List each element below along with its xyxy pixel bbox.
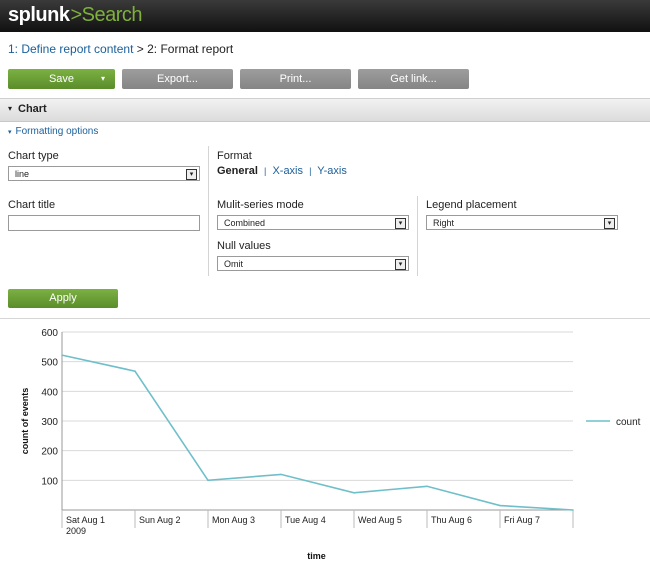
chevron-down-icon: ▾	[186, 169, 197, 180]
y-tick-label: 300	[41, 417, 58, 428]
x-tick-label: Sun Aug 2	[139, 515, 181, 525]
top-bar: splunk>Search	[0, 0, 650, 32]
expand-caret-icon: ▾	[8, 129, 12, 136]
legend-placement-select[interactable]: Right ▾	[426, 215, 618, 230]
breadcrumb-step1-link[interactable]: 1: Define report content	[8, 42, 133, 56]
section-title: Chart	[18, 103, 47, 115]
format-tabs: General | X-axis | Y-axis	[217, 165, 347, 177]
null-values-select[interactable]: Omit ▾	[217, 256, 409, 271]
column-divider	[208, 146, 209, 276]
data-point	[280, 473, 282, 476]
legend-placement-label: Legend placement	[426, 199, 517, 211]
legend-placement-value: Right	[433, 218, 455, 228]
data-point	[353, 491, 355, 494]
data-point	[61, 354, 63, 356]
tab-y-axis[interactable]: Y-axis	[317, 165, 347, 177]
save-button[interactable]: Save ▾	[8, 69, 115, 89]
y-tick-label: 100	[41, 476, 58, 487]
chart-section-header[interactable]: ▾ Chart	[0, 98, 650, 122]
format-label: Format	[217, 150, 252, 162]
get-link-button[interactable]: Get link...	[358, 69, 469, 89]
y-tick-label: 600	[41, 328, 58, 339]
breadcrumb-separator: >	[136, 42, 144, 56]
x-tick-label: Mon Aug 3	[212, 515, 255, 525]
save-dropdown-caret-icon[interactable]: ▾	[101, 69, 105, 89]
data-point	[134, 370, 136, 372]
null-values-label: Null values	[217, 240, 271, 252]
x-tick-label: 2009	[66, 526, 86, 536]
logo-arrow: >	[70, 4, 82, 26]
x-tick-label: Wed Aug 5	[358, 515, 402, 525]
line-chart: 100 200 300 400 500 600 Sat Aug 12009 Sun Aug 2…	[20, 328, 641, 561]
y-tick-label: 200	[41, 447, 58, 458]
chart-type-label: Chart type	[8, 150, 59, 162]
tab-x-axis[interactable]: X-axis	[272, 165, 303, 177]
multiseries-mode-label: Mulit-series mode	[217, 199, 304, 211]
legend-label: count	[616, 417, 641, 428]
print-button[interactable]: Print...	[240, 69, 351, 89]
chart-title-input[interactable]	[8, 215, 200, 231]
multiseries-mode-value: Combined	[224, 218, 266, 228]
formatting-options-toggle[interactable]: ▾ Formatting options	[8, 126, 98, 137]
y-tick-label: 400	[41, 387, 58, 398]
x-tick-label: Fri Aug 7	[504, 515, 540, 525]
data-point	[572, 509, 574, 511]
x-tick-label: Thu Aug 6	[431, 515, 472, 525]
y-tick-label: 500	[41, 358, 58, 369]
app-name: Search	[81, 4, 143, 26]
chevron-down-icon: ▾	[395, 259, 406, 270]
save-button-label: Save	[48, 73, 75, 85]
chevron-down-icon: ▾	[395, 218, 406, 229]
breadcrumb: 1: Define report content > 2: Format rep…	[8, 42, 233, 56]
breadcrumb-step2: 2: Format report	[147, 42, 234, 56]
formatting-options-label: Formatting options	[15, 126, 99, 137]
splunk-logo[interactable]: splunk>Search	[8, 4, 143, 27]
tab-general[interactable]: General	[217, 165, 258, 177]
apply-button[interactable]: Apply	[8, 289, 118, 308]
chart-type-select[interactable]: line ▾	[8, 166, 200, 181]
x-tick-label: Sat Aug 1	[66, 515, 105, 525]
null-values-value: Omit	[224, 259, 243, 269]
tab-separator: |	[309, 166, 312, 176]
series-line-count	[61, 354, 574, 511]
y-axis-title: count of events	[20, 388, 30, 455]
data-point	[207, 479, 209, 482]
chevron-down-icon: ▾	[604, 218, 615, 229]
tab-separator: |	[264, 166, 267, 176]
column-divider	[417, 196, 418, 276]
x-axis-title: time	[307, 551, 326, 561]
chart-type-value: line	[15, 169, 30, 179]
x-tick-label: Tue Aug 4	[285, 515, 326, 525]
chart-title-label: Chart title	[8, 199, 56, 211]
chart-divider	[0, 318, 650, 319]
multiseries-mode-select[interactable]: Combined ▾	[217, 215, 409, 230]
data-point	[499, 504, 501, 507]
collapse-caret-icon: ▾	[8, 104, 13, 113]
export-button[interactable]: Export...	[122, 69, 233, 89]
logo-text: splunk	[8, 4, 70, 26]
data-point	[426, 485, 428, 488]
